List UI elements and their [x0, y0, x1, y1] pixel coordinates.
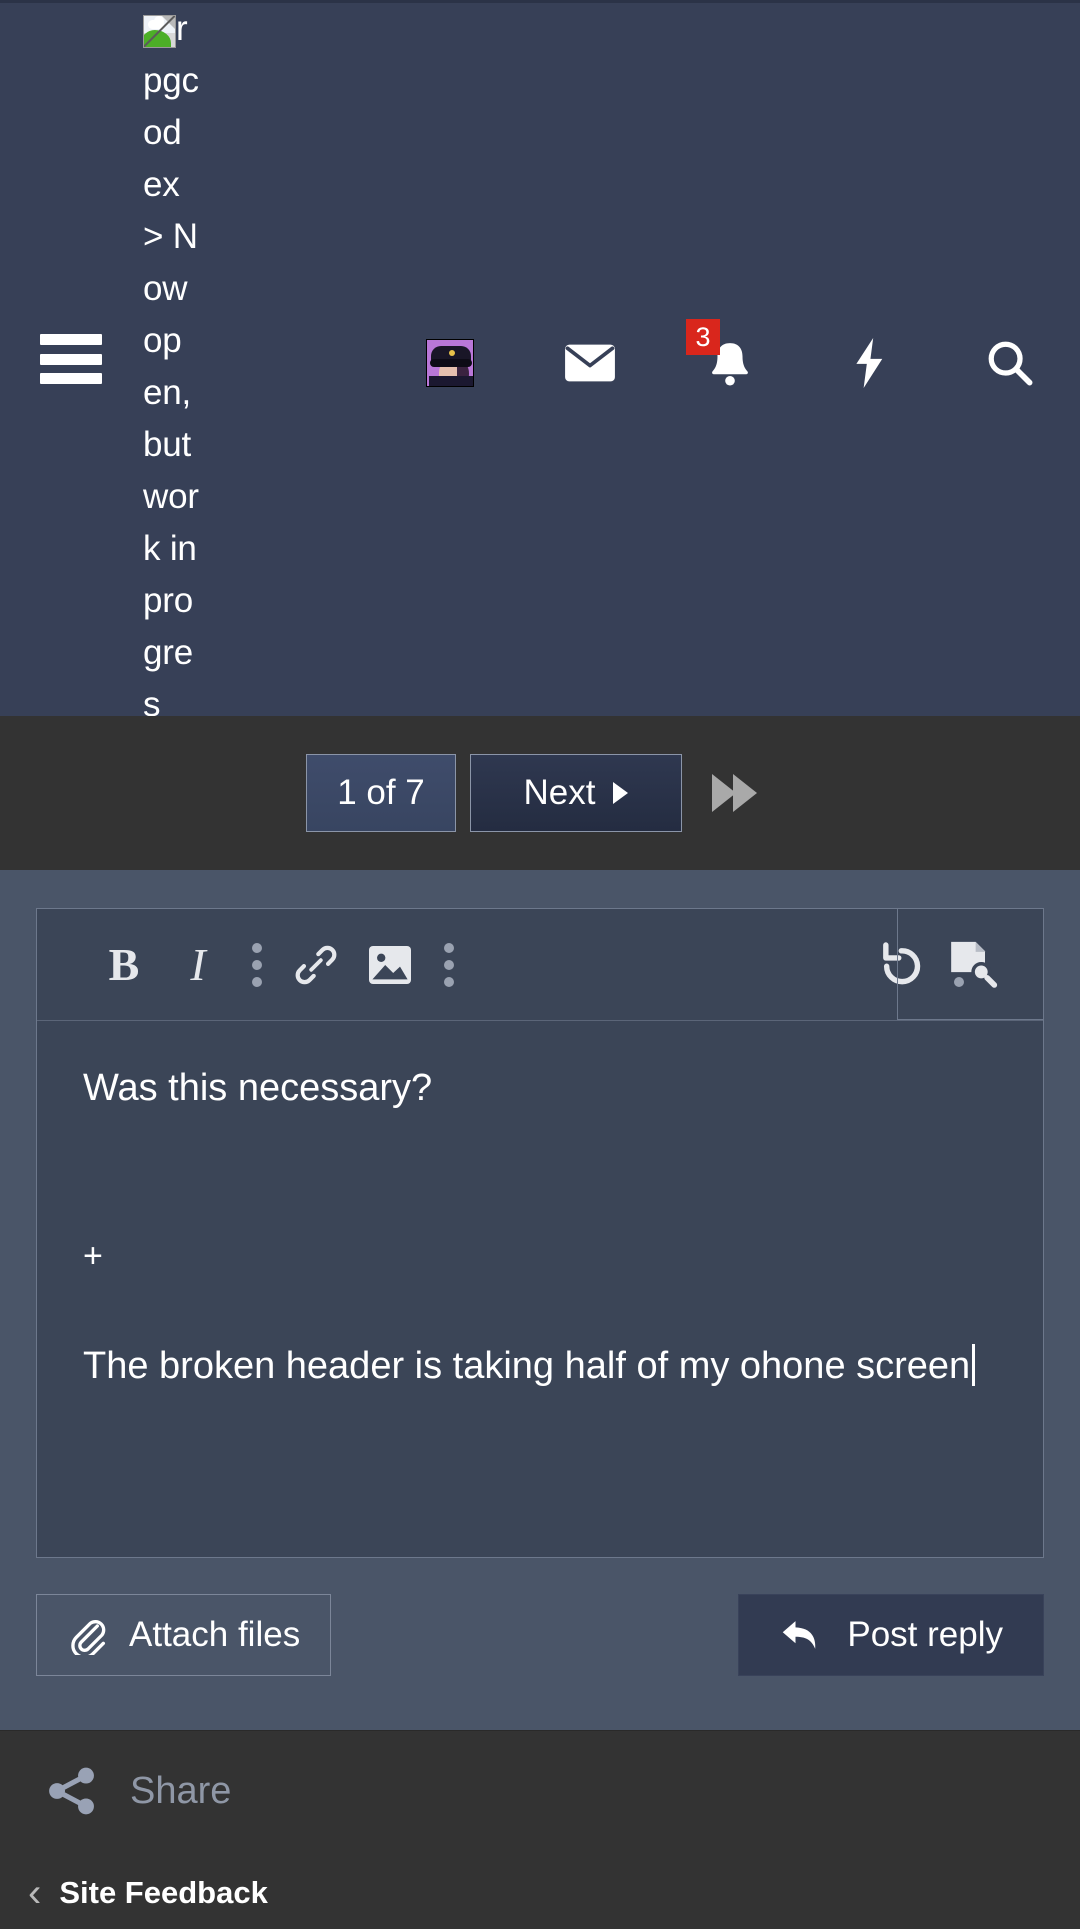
- bold-glyph: B: [108, 939, 140, 990]
- hamburger-bar: [40, 334, 102, 345]
- site-header: rpgcodex > Now open, but work in progres…: [0, 0, 1080, 776]
- reply-editor-section: B I Was this necessary? + The broken hea…: [0, 870, 1080, 1730]
- plus-marker: +: [83, 1237, 103, 1275]
- hamburger-bar: [40, 353, 102, 365]
- search-icon[interactable]: [980, 335, 1040, 391]
- last-page-button[interactable]: [712, 774, 757, 812]
- post-reply-button[interactable]: Post reply: [738, 1594, 1044, 1676]
- current-page-button[interactable]: 1 of 7: [306, 754, 456, 832]
- whats-new-lightning-icon[interactable]: [840, 335, 900, 391]
- preview-button[interactable]: [897, 909, 1043, 1020]
- italic-glyph: I: [190, 939, 206, 990]
- notification-badge: 3: [686, 319, 720, 355]
- bold-button[interactable]: B: [87, 919, 161, 1011]
- hamburger-menu-icon[interactable]: [40, 334, 102, 384]
- broken-logo-text[interactable]: rpgcodex > Now open, but work in progres…: [143, 3, 200, 783]
- reply-draft-text: The broken header is taking half of my o…: [83, 1341, 997, 1391]
- insert-more-menu[interactable]: [427, 919, 471, 1011]
- broken-image-icon: [143, 15, 176, 48]
- pagination-bar: 1 of 7 Next: [0, 716, 1080, 870]
- notifications-bell-icon[interactable]: 3: [686, 319, 760, 391]
- document-search-icon: [950, 941, 997, 988]
- post-reply-label: Post reply: [847, 1615, 1003, 1654]
- breadcrumb[interactable]: ‹ Site Feedback: [28, 1873, 268, 1913]
- italic-button[interactable]: I: [161, 919, 235, 1011]
- avatar-image: [426, 339, 474, 387]
- user-avatar[interactable]: [420, 335, 480, 391]
- share-icon: [49, 1767, 94, 1815]
- lightning-glyph: [856, 338, 883, 388]
- reply-editor: B I Was this necessary? + The broken hea…: [36, 908, 1044, 1558]
- share-button[interactable]: Share: [44, 1763, 231, 1819]
- header-icon-row: 3: [420, 319, 1040, 393]
- text-more-menu[interactable]: [235, 919, 279, 1011]
- site-footer: Share ‹ Site Feedback: [0, 1730, 1080, 1929]
- envelope-glyph: [565, 344, 615, 382]
- share-label: Share: [130, 1769, 232, 1812]
- reply-text-area[interactable]: Was this necessary? + The broken header …: [37, 1021, 1043, 1433]
- inbox-envelope-icon[interactable]: [560, 335, 620, 391]
- text-cursor: [972, 1344, 976, 1386]
- insert-image-button[interactable]: [353, 919, 427, 1011]
- next-page-label: Next: [523, 773, 596, 812]
- next-page-button[interactable]: Next: [470, 754, 682, 832]
- app-root: rpgcodex > Now open, but work in progres…: [0, 0, 1080, 1929]
- editor-toolbar: B I: [37, 909, 1043, 1021]
- chevron-left-icon: ‹: [28, 1871, 42, 1915]
- attach-files-button[interactable]: Attach files: [36, 1594, 332, 1676]
- hamburger-bar: [40, 373, 102, 384]
- attach-files-label: Attach files: [129, 1615, 301, 1654]
- magnifier-glyph: [988, 341, 1033, 386]
- breadcrumb-label: Site Feedback: [59, 1875, 268, 1910]
- quoted-line: Was this necessary?: [83, 1067, 433, 1109]
- insert-link-button[interactable]: [279, 919, 353, 1011]
- paperclip-icon: [71, 1620, 106, 1655]
- link-icon: [295, 945, 337, 984]
- editor-action-row: Attach files Post reply: [36, 1594, 1044, 1676]
- chevron-right-icon: [613, 782, 629, 804]
- fast-forward-icon-second: [733, 774, 757, 812]
- current-page-label: 1 of 7: [337, 773, 425, 812]
- image-icon: [369, 945, 411, 984]
- reply-arrow-icon: [783, 1621, 816, 1649]
- broken-logo-alt-text: rpgcodex > Now open, but work in progres…: [143, 9, 199, 776]
